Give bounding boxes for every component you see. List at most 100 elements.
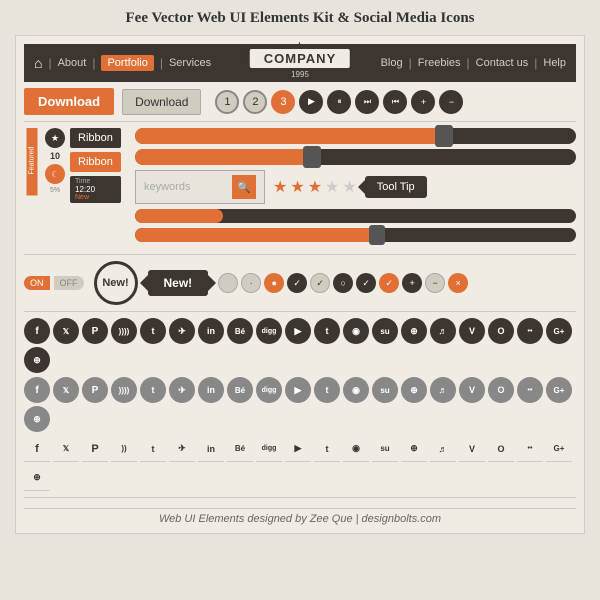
social-f-2[interactable]: f	[24, 377, 50, 403]
nav-portfolio[interactable]: Portfolio	[101, 55, 153, 71]
social-in-3[interactable]: in	[198, 436, 224, 462]
social-8t-2[interactable]: ♬	[430, 377, 456, 403]
social-o-3[interactable]: O	[488, 436, 514, 462]
social-g-1[interactable]: G+	[546, 318, 572, 344]
page-minus[interactable]: −	[439, 90, 463, 114]
social-g-3[interactable]: G+	[546, 436, 572, 462]
star-2[interactable]: ★	[290, 177, 304, 197]
page-prev[interactable]: ⏮	[383, 90, 407, 114]
social-t-3[interactable]: t	[140, 436, 166, 462]
slider-2-handle[interactable]	[303, 146, 321, 168]
social-be-1[interactable]: Bé	[227, 318, 253, 344]
toggle-off[interactable]: OFF	[54, 276, 84, 290]
social-p-2[interactable]: P	[82, 377, 108, 403]
social-t2-1[interactable]: t	[314, 318, 340, 344]
social-be-3[interactable]: Bé	[227, 436, 253, 462]
social-rss-3[interactable]: ))	[111, 436, 137, 462]
social-t-2[interactable]: t	[140, 377, 166, 403]
social-8t-1[interactable]: ♬	[430, 318, 456, 344]
nav-help[interactable]: Help	[543, 57, 566, 69]
social-digg-1[interactable]: digg	[256, 318, 282, 344]
social-in-1[interactable]: in	[198, 318, 224, 344]
social-t2-2[interactable]: t	[314, 377, 340, 403]
slider-4[interactable]	[135, 228, 576, 242]
social-v-2[interactable]: V	[459, 377, 485, 403]
social-o-1[interactable]: O	[488, 318, 514, 344]
social-ex-1[interactable]: ⊕	[24, 347, 50, 373]
social-plane-3[interactable]: ✈	[169, 436, 195, 462]
toggle-switch[interactable]: ON OFF	[24, 276, 84, 290]
social-fw-3[interactable]: ⊕	[401, 436, 427, 462]
nav-freebies[interactable]: Freebies	[418, 57, 461, 69]
nav-blog[interactable]: Blog	[381, 57, 403, 69]
slider-2[interactable]	[135, 149, 576, 165]
divider-1	[24, 121, 576, 122]
toggle-on[interactable]: ON	[24, 276, 50, 290]
social-v-3[interactable]: V	[459, 436, 485, 462]
social-bb-1[interactable]: ••	[517, 318, 543, 344]
social-rss-1[interactable]: ))))	[111, 318, 137, 344]
social-plane-2[interactable]: ✈	[169, 377, 195, 403]
social-fw-1[interactable]: ⊕	[401, 318, 427, 344]
social-yt-1[interactable]: ▶	[285, 318, 311, 344]
social-yt-2[interactable]: ▶	[285, 377, 311, 403]
social-p-1[interactable]: P	[82, 318, 108, 344]
page-pause[interactable]: ⏸	[327, 90, 351, 114]
social-in-2[interactable]: in	[198, 377, 224, 403]
nav-services[interactable]: Services	[169, 57, 211, 69]
social-tw-1[interactable]: 𝕏	[53, 318, 79, 344]
social-tw-3[interactable]: 𝕏	[53, 436, 79, 462]
social-su-3[interactable]: su	[372, 436, 398, 462]
star-4[interactable]: ★	[325, 177, 339, 197]
star-3[interactable]: ★	[308, 177, 322, 197]
slider-3-fill	[135, 209, 223, 223]
social-su-1[interactable]: su	[372, 318, 398, 344]
social-o-2[interactable]: O	[488, 377, 514, 403]
social-plane-1[interactable]: ✈	[169, 318, 195, 344]
social-f-1[interactable]: f	[24, 318, 50, 344]
slider-3[interactable]	[135, 209, 576, 223]
social-blog-3[interactable]: ◉	[343, 436, 369, 462]
social-f-3[interactable]: f	[24, 436, 50, 462]
social-blog-2[interactable]: ◉	[343, 377, 369, 403]
slider-1-handle[interactable]	[435, 125, 453, 147]
nav-bar: ⌂ | About | Portfolio | Services COMPANY…	[24, 44, 576, 82]
star-5[interactable]: ★	[342, 177, 356, 197]
page-plus[interactable]: +	[411, 90, 435, 114]
social-tw-2[interactable]: 𝕏	[53, 377, 79, 403]
download-orange-button[interactable]: Download	[24, 88, 114, 115]
social-bb-3[interactable]: ••	[517, 436, 543, 462]
page-play[interactable]: ▶	[299, 90, 323, 114]
social-yt-3[interactable]: ▶	[285, 436, 311, 462]
page-title: Fee Vector Web UI Elements Kit & Social …	[126, 10, 475, 27]
social-ex-3[interactable]: ⊕	[24, 465, 50, 491]
social-rss-2[interactable]: ))))	[111, 377, 137, 403]
social-blog-1[interactable]: ◉	[343, 318, 369, 344]
search-button[interactable]: 🔍	[232, 175, 256, 199]
page-1[interactable]: 1	[215, 90, 239, 114]
social-t2-3[interactable]: t	[314, 436, 340, 462]
nav-home-icon[interactable]: ⌂	[34, 55, 42, 71]
social-be-2[interactable]: Bé	[227, 377, 253, 403]
social-ex-2[interactable]: ⊕	[24, 406, 50, 432]
social-t-1[interactable]: t	[140, 318, 166, 344]
social-g-2[interactable]: G+	[546, 377, 572, 403]
social-p-3[interactable]: P	[82, 436, 108, 462]
slider-1[interactable]	[135, 128, 576, 144]
social-bb-2[interactable]: ••	[517, 377, 543, 403]
download-gray-button[interactable]: Download	[122, 89, 201, 115]
nav-about[interactable]: About	[58, 57, 87, 69]
page-3[interactable]: 3	[271, 90, 295, 114]
nav-contact[interactable]: Contact us	[476, 57, 529, 69]
social-v-1[interactable]: V	[459, 318, 485, 344]
page-2[interactable]: 2	[243, 90, 267, 114]
buttons-row: Download Download 1 2 3 ▶ ⏸ ⏭ ⏮ + −	[24, 88, 576, 115]
star-1[interactable]: ★	[273, 177, 287, 197]
slider-4-handle[interactable]	[369, 225, 385, 245]
social-digg-2[interactable]: digg	[256, 377, 282, 403]
social-fw-2[interactable]: ⊕	[401, 377, 427, 403]
social-8t-3[interactable]: ♬	[430, 436, 456, 462]
social-digg-3[interactable]: digg	[256, 436, 282, 462]
page-next[interactable]: ⏭	[355, 90, 379, 114]
social-su-2[interactable]: su	[372, 377, 398, 403]
